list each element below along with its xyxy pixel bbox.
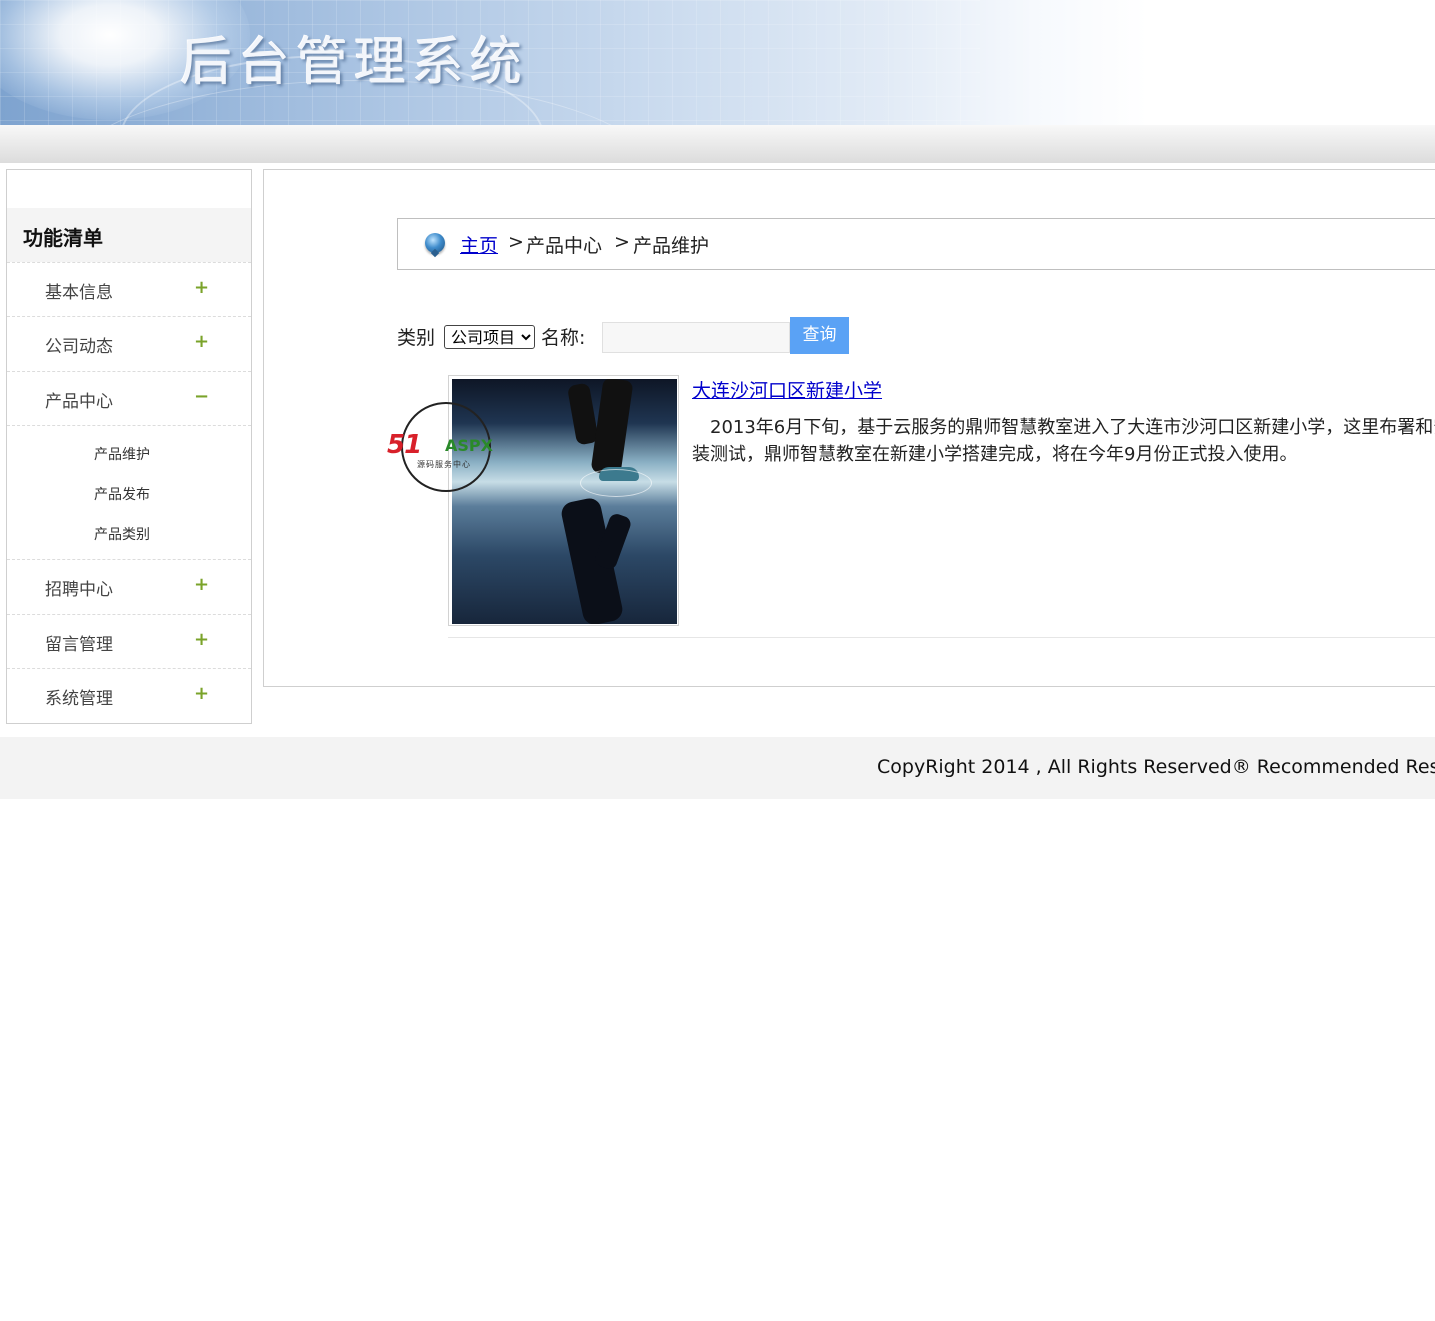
main-panel: 主页 > 产品中心 > 产品维护 类别 公司项目 名称: 查询 51 ASPX … [263, 169, 1435, 687]
sidebar-submenu: 产品维护 产品发布 产品类别 [7, 425, 251, 560]
sidebar-item-company-news[interactable]: 公司动态 + [7, 316, 251, 371]
expand-plus-icon[interactable]: + [194, 683, 209, 704]
sidebar-item-label: 产品中心 [45, 392, 113, 412]
query-button[interactable]: 查询 [790, 317, 849, 354]
breadcrumb: 主页 > 产品中心 > 产品维护 [397, 218, 1435, 270]
product-title-link[interactable]: 大连沙河口区新建小学 [692, 376, 882, 403]
breadcrumb-separator: > [614, 231, 630, 253]
sidebar-heading: 功能清单 [7, 208, 251, 262]
sidebar-item-label: 招聘中心 [45, 580, 113, 600]
footer: CopyRight 2014 , All Rights Reserved® Re… [0, 737, 1435, 799]
expand-plus-icon[interactable]: + [194, 574, 209, 595]
expand-plus-icon[interactable]: + [194, 331, 209, 352]
expand-plus-icon[interactable]: + [194, 629, 209, 650]
breadcrumb-home-link[interactable]: 主页 [460, 231, 498, 258]
submenu-item-product-publish[interactable]: 产品发布 [94, 484, 150, 504]
watermark-logo: 51 ASPX 源码服务中心 [387, 402, 493, 492]
sidebar-item-product-center[interactable]: 产品中心 − [7, 371, 251, 426]
breadcrumb-separator: > [508, 231, 524, 253]
sidebar-item-label: 基本信息 [45, 283, 113, 303]
header-bar [0, 125, 1435, 163]
location-pin-icon [425, 233, 445, 253]
expand-plus-icon[interactable]: + [194, 277, 209, 298]
sidebar-item-recruitment[interactable]: 招聘中心 + [7, 559, 251, 614]
header-banner: 后台管理系统 [0, 0, 1435, 125]
sidebar: 功能清单 基本信息 + 公司动态 + 产品中心 − 产品维护 产品发布 产品类别… [6, 169, 252, 724]
sidebar-item-label: 公司动态 [45, 337, 113, 357]
sidebar-heading-label: 功能清单 [23, 226, 103, 250]
item-divider [448, 637, 1435, 638]
sidebar-item-label: 留言管理 [45, 635, 113, 655]
category-select[interactable]: 公司项目 [444, 325, 535, 349]
breadcrumb-level2: 产品中心 [526, 235, 603, 257]
sidebar-item-label: 系统管理 [45, 689, 113, 709]
sidebar-item-basic-info[interactable]: 基本信息 + [7, 262, 251, 317]
banner-title: 后台管理系统 [180, 33, 529, 93]
sidebar-item-messages[interactable]: 留言管理 + [7, 614, 251, 669]
category-label: 类别 [397, 327, 436, 349]
product-description: 2013年6月下旬，基于云服务的鼎师智慧教室进入了大连市沙河口区新建小学，这里布… [692, 417, 1435, 465]
sidebar-item-system[interactable]: 系统管理 + [7, 668, 251, 723]
watermark-brand-2: ASPX [445, 436, 493, 455]
name-search-input[interactable] [602, 322, 790, 353]
submenu-item-product-maintenance[interactable]: 产品维护 [94, 444, 150, 464]
watermark-sub: 源码服务中心 [417, 460, 471, 469]
breadcrumb-current: 产品维护 [633, 235, 710, 257]
name-label: 名称: [541, 327, 586, 349]
submenu-item-product-category[interactable]: 产品类别 [94, 524, 150, 544]
watermark-brand: 51 [387, 430, 422, 460]
footer-copyright: CopyRight 2014 , All Rights Reserved® Re… [877, 756, 1435, 778]
collapse-minus-icon[interactable]: − [194, 386, 209, 407]
